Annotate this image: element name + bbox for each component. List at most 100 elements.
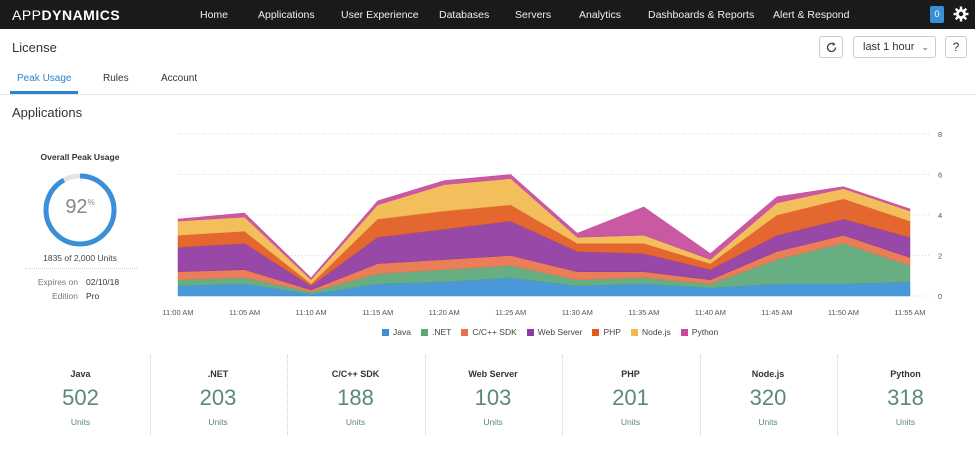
stat-value: 502 [62,385,99,410]
stat-java: Java 502 Units [12,355,149,435]
stat-name: Python [890,369,921,379]
stat-divider [424,355,426,435]
x-tick-label: 11:55 AM [894,308,925,317]
x-tick-label: 11:25 AM [495,308,526,317]
legend-label: .NET [431,327,452,337]
stat-divider [287,355,288,435]
time-range-label: last 1 hour [863,41,915,53]
nav-item-dashboards-reports[interactable]: Dashboards & Reports [648,9,754,21]
stat-name: Web Server [468,369,518,379]
percent-sign: % [87,198,95,207]
nav-item-user-experience[interactable]: User Experience [341,9,419,21]
x-tick-label: 11:35 AM [628,308,659,317]
x-tick-label: 11:40 AM [695,308,726,317]
help-button[interactable]: ? [945,36,967,58]
legend-label: Python [691,327,719,337]
x-tick-label: 11:05 AM [229,308,260,317]
legend-swatch [630,328,638,336]
legend-swatch [382,328,389,336]
stat-value: 201 [612,385,649,410]
gear-icon[interactable] [953,6,969,22]
stat-net: .NET 203 Units [150,355,287,435]
nav-item-home[interactable]: Home [200,9,228,21]
x-tick-label: 11:10 AM [296,308,327,317]
x-tick-label: 11:15 AM [362,308,393,317]
stat-units: Units [345,417,366,427]
legend-swatch [680,328,688,336]
stat-name: C/C++ SDK [331,369,380,379]
expires-value: 02/10/18 [86,277,120,287]
legend-swatch [420,328,428,336]
legend-item-python[interactable]: Python [680,326,719,338]
nav-item-databases[interactable]: Databases [439,9,489,21]
y-tick-label: 6 [938,171,942,180]
section-title: Applications [12,105,83,120]
refresh-button[interactable] [819,36,843,58]
y-tick-label: 0 [938,292,942,301]
legend-item-web-server[interactable]: Web Server [526,326,583,338]
notification-badge[interactable]: 0 [930,6,944,23]
peak-usage-percent: 92% [40,196,120,219]
refresh-icon [826,42,837,53]
legend-item-node-js[interactable]: Node.js [630,326,671,338]
legend-label: Web Server [537,327,583,337]
chart-legend: Java .NET C/C++ SDK Web Server PHP Node.js Pyt… [382,326,718,338]
legend-item-java[interactable]: Java [382,326,411,338]
legend-item-c-c-sdk[interactable]: C/C++ SDK [461,326,517,338]
peak-usage-chart: 02468 11:00 AM 11:05 AM 11:10 AM 11:15 AM 11… [162,130,942,317]
summary-divider [25,268,137,269]
y-tick-label: 2 [938,252,942,261]
x-tick-label: 11:45 AM [761,308,792,317]
nav-item-analytics[interactable]: Analytics [579,9,621,21]
stat-name: PHP [621,369,640,379]
tab-peak-usage[interactable]: Peak Usage [17,73,71,84]
top-nav-bar: APPDYNAMICS Home Applications User Exper… [0,0,975,29]
time-range-dropdown[interactable]: last 1 hour ⌄ [853,36,936,58]
legend-item-net[interactable]: .NET [420,326,452,338]
stat-divider [562,355,563,435]
logo-part-dynamics: DYNAMICS [41,7,121,23]
stat-name: .NET [207,369,229,379]
nav-item-alert-respond[interactable]: Alert & Respond [773,9,849,21]
x-tick-label: 11:00 AM [162,308,193,317]
chevron-down-icon: ⌄ [921,42,929,52]
stat-c-c-sdk: C/C++ SDK 188 Units [287,355,424,435]
legend-swatch [461,328,469,336]
stat-python: Python 318 Units [837,355,974,435]
y-tick-label: 4 [938,211,942,220]
stat-value: 203 [199,385,237,410]
page-title: License [12,40,57,55]
x-tick-label: 11:50 AM [828,308,859,317]
stat-units: Units [483,417,503,427]
stat-divider [699,355,701,435]
logo-part-app: APP [12,7,42,23]
tab-rules[interactable]: Rules [103,73,129,84]
chart-y-axis: 0 2 4 6 8 [938,130,942,301]
legend-label: Node.js [641,327,671,337]
nav-item-applications[interactable]: Applications [258,9,315,21]
stat-php: PHP 201 Units [562,355,699,435]
appdynamics-logo[interactable]: APPDYNAMICS [12,7,120,23]
stat-value: 318 [887,385,924,410]
tab-account[interactable]: Account [161,73,197,84]
tabs-divider [0,94,975,95]
stat-name: Java [70,369,91,379]
peak-usage-percent-value: 92 [65,196,88,218]
stat-units: Units [208,417,228,427]
stat-units: Units [70,417,91,427]
units-summary: 1835 of 2,000 Units [43,253,117,263]
expires-label: Expires on [37,277,78,287]
legend-swatch [526,328,534,336]
edition-label: Edition [52,291,78,301]
legend-label: C/C++ SDK [472,327,517,337]
x-tick-label: 11:20 AM [429,308,460,317]
chart-areas [177,174,911,297]
legend-swatch [592,328,600,336]
legend-item-php[interactable]: PHP [592,326,621,338]
stat-node-js: Node.js 320 Units [700,355,837,435]
stat-units: Units [620,417,641,427]
nav-item-servers[interactable]: Servers [515,9,551,21]
stat-units: Units [758,417,778,427]
stat-divider [837,355,838,435]
legend-label: Java [393,327,411,337]
